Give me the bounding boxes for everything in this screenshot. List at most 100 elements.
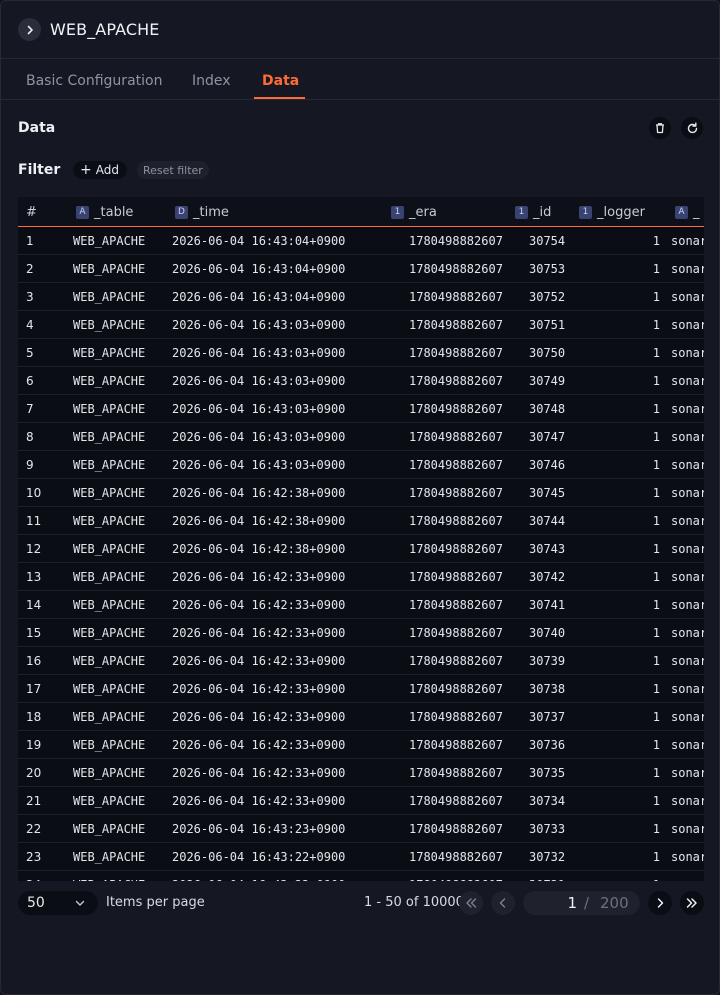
id-cell: 30752 — [529, 290, 566, 304]
table-row[interactable]: 12 WEB_APACHE 2026-06-04 16:42:38+0900 1780… — [18, 535, 704, 563]
column-header-host[interactable]: A _ — [675, 197, 700, 227]
id-cell: 30734 — [529, 794, 566, 808]
table-row[interactable]: 7 WEB_APACHE 2026-06-04 16:43:03+0900 17804… — [18, 395, 704, 423]
table-row[interactable]: 17 WEB_APACHE 2026-06-04 16:42:33+0900 1780… — [18, 675, 704, 703]
table-row[interactable]: 19 WEB_APACHE 2026-06-04 16:42:33+0900 1780… — [18, 731, 704, 759]
table-row[interactable]: 5 WEB_APACHE 2026-06-04 16:43:03+0900 17804… — [18, 339, 704, 367]
table-row[interactable]: 11 WEB_APACHE 2026-06-04 16:42:38+0900 1780… — [18, 507, 704, 535]
table-cell: WEB_APACHE — [73, 654, 146, 668]
last-page-button[interactable] — [680, 891, 704, 915]
number-type-badge: 1 — [579, 205, 592, 219]
logger-cell: 1 — [652, 262, 660, 276]
refresh-button[interactable] — [681, 117, 703, 139]
table-row[interactable]: 3 WEB_APACHE 2026-06-04 16:43:04+0900 17804… — [18, 283, 704, 311]
expand-button[interactable] — [18, 18, 41, 41]
table-row[interactable]: 9 WEB_APACHE 2026-06-04 16:43:03+0900 17804… — [18, 451, 704, 479]
chevrons-left-icon — [466, 898, 477, 908]
previous-page-button[interactable] — [491, 891, 515, 915]
filter-label: Filter — [18, 162, 61, 178]
time-cell: 2026-06-04 16:42:33+0900 — [172, 626, 346, 640]
data-grid: # A _table D _time 1 _era 1 _id 1 _logge… — [18, 197, 704, 881]
table-row[interactable]: 21 WEB_APACHE 2026-06-04 16:42:33+0900 1780… — [18, 787, 704, 815]
tab-basic-configuration[interactable]: Basic Configuration — [26, 73, 162, 89]
table-row[interactable]: 8 WEB_APACHE 2026-06-04 16:43:03+0900 17804… — [18, 423, 704, 451]
time-cell: 2026-06-04 16:42:33+0900 — [172, 794, 346, 808]
table-row[interactable]: 16 WEB_APACHE 2026-06-04 16:42:33+0900 1780… — [18, 647, 704, 675]
row-index-cell: 23 — [26, 850, 42, 864]
table-row[interactable]: 6 WEB_APACHE 2026-06-04 16:43:03+0900 17804… — [18, 367, 704, 395]
table-row[interactable]: 1 WEB_APACHE 2026-06-04 16:43:04+0900 17804… — [18, 227, 704, 255]
id-cell: 30733 — [529, 822, 566, 836]
row-index-cell: 7 — [26, 402, 34, 416]
table-row[interactable]: 18 WEB_APACHE 2026-06-04 16:42:33+0900 1780… — [18, 703, 704, 731]
logger-cell: 1 — [652, 710, 660, 724]
page-input-box: / 200 — [523, 891, 640, 915]
page-number-input[interactable] — [523, 891, 577, 915]
id-cell: 30741 — [529, 598, 566, 612]
add-filter-button[interactable]: + Add — [73, 161, 127, 179]
table-row[interactable]: 2 WEB_APACHE 2026-06-04 16:43:04+0900 17804… — [18, 255, 704, 283]
reset-filter-button[interactable]: Reset filter — [137, 161, 209, 179]
id-cell: 30743 — [529, 542, 566, 556]
table-cell: WEB_APACHE — [73, 822, 146, 836]
total-pages: 200 — [600, 894, 629, 912]
column-header-table[interactable]: A _table — [76, 197, 133, 227]
logger-cell: 1 — [652, 290, 660, 304]
chevron-right-icon — [27, 25, 33, 34]
next-page-button[interactable] — [648, 891, 672, 915]
table-row[interactable]: 15 WEB_APACHE 2026-06-04 16:42:33+0900 1780… — [18, 619, 704, 647]
id-cell: 30739 — [529, 654, 566, 668]
column-label: _time — [193, 204, 229, 220]
time-cell: 2026-06-04 16:42:33+0900 — [172, 598, 346, 612]
column-header-id[interactable]: 1 _id — [515, 197, 551, 227]
era-cell: 1780498882607 — [409, 402, 503, 416]
logger-cell: 1 — [652, 542, 660, 556]
host-cell: sonar — [671, 710, 704, 724]
host-cell: sonar — [671, 402, 704, 416]
logger-cell: 1 — [652, 822, 660, 836]
era-cell: 1780498882607 — [409, 766, 503, 780]
logger-cell: 1 — [652, 514, 660, 528]
logger-cell: 1 — [652, 458, 660, 472]
table-cell: WEB_APACHE — [73, 346, 146, 360]
era-cell: 1780498882607 — [409, 850, 503, 864]
table-row[interactable]: 20 WEB_APACHE 2026-06-04 16:42:33+0900 1780… — [18, 759, 704, 787]
host-cell: sonar — [671, 514, 704, 528]
table-row[interactable]: 24 WEB_APACHE 2026-06-04 16:43:22+0900 1780… — [18, 871, 704, 881]
delete-button[interactable] — [649, 117, 671, 139]
logger-cell: 1 — [652, 794, 660, 808]
table-row[interactable]: 4 WEB_APACHE 2026-06-04 16:43:03+0900 17804… — [18, 311, 704, 339]
page-size-select[interactable]: 50 — [18, 891, 98, 915]
column-header-era[interactable]: 1 _era — [391, 197, 437, 227]
host-cell: sonar — [671, 458, 704, 472]
table-cell: WEB_APACHE — [73, 542, 146, 556]
host-cell: sonar — [671, 290, 704, 304]
table-cell: WEB_APACHE — [73, 458, 146, 472]
time-cell: 2026-06-04 16:42:33+0900 — [172, 766, 346, 780]
column-header-index[interactable]: # — [26, 197, 37, 227]
logger-cell: 1 — [652, 738, 660, 752]
table-row[interactable]: 14 WEB_APACHE 2026-06-04 16:42:33+0900 1780… — [18, 591, 704, 619]
column-label: _table — [94, 204, 134, 220]
row-index-cell: 20 — [26, 766, 42, 780]
era-cell: 1780498882607 — [409, 822, 503, 836]
row-index-cell: 16 — [26, 654, 42, 668]
grid-rows: 1 WEB_APACHE 2026-06-04 16:43:04+0900 17804… — [18, 227, 704, 881]
table-row[interactable]: 10 WEB_APACHE 2026-06-04 16:42:38+0900 1780… — [18, 479, 704, 507]
time-cell: 2026-06-04 16:43:03+0900 — [172, 374, 346, 388]
section-title: Data — [18, 120, 56, 136]
table-row[interactable]: 23 WEB_APACHE 2026-06-04 16:43:22+0900 1780… — [18, 843, 704, 871]
first-page-button[interactable] — [459, 891, 483, 915]
logger-cell: 1 — [652, 766, 660, 780]
column-label: _logger — [597, 204, 645, 220]
table-row[interactable]: 22 WEB_APACHE 2026-06-04 16:43:23+0900 1780… — [18, 815, 704, 843]
era-cell: 1780498882607 — [409, 626, 503, 640]
row-index-cell: 24 — [26, 871, 41, 881]
column-header-logger[interactable]: 1 _logger — [579, 197, 645, 227]
tab-index[interactable]: Index — [192, 73, 231, 89]
column-header-time[interactable]: D _time — [175, 197, 229, 227]
host-cell: sonar — [671, 374, 704, 388]
table-row[interactable]: 13 WEB_APACHE 2026-06-04 16:42:33+0900 1780… — [18, 563, 704, 591]
host-cell: sonar — [671, 794, 704, 808]
tab-data[interactable]: Data — [262, 73, 299, 89]
